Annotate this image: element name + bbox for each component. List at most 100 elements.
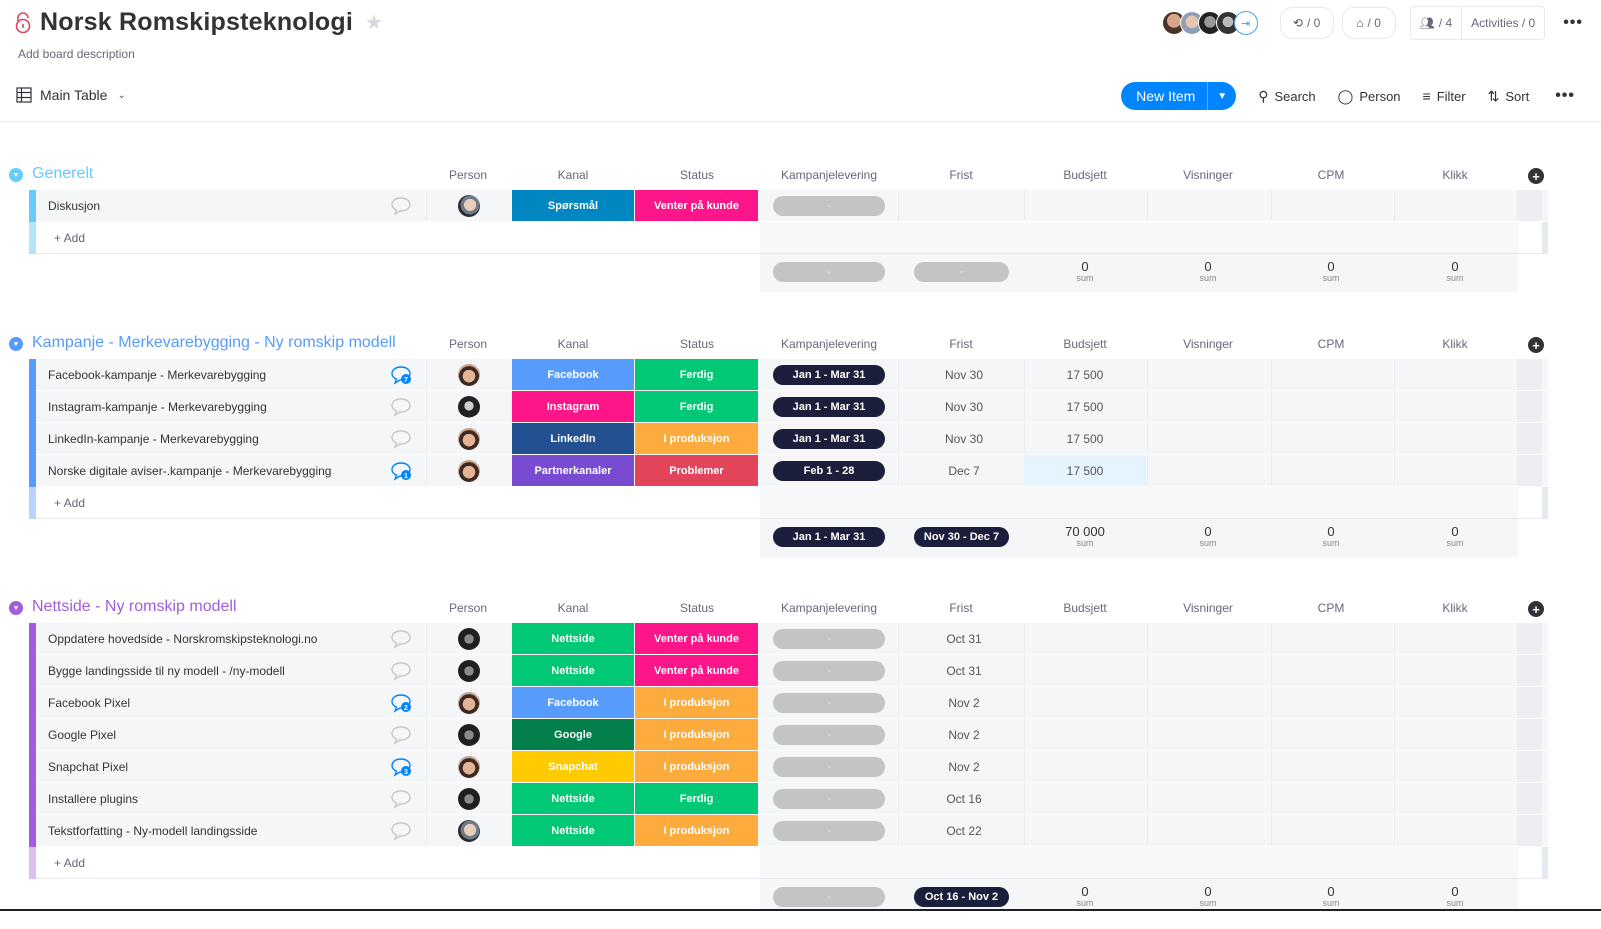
kanal-label[interactable]: Spørsmål (512, 190, 634, 221)
item-name[interactable]: Bygge landingsside til ny modell - /ny-m… (48, 664, 285, 678)
person-avatar[interactable] (458, 724, 480, 746)
table-row[interactable]: Diskusjon Spørsmål Venter på kunde - (0, 190, 1601, 222)
table-row[interactable]: Facebook-kampanje - Merkevarebygging 7 Fac… (0, 359, 1601, 391)
conversation-icon[interactable] (390, 789, 412, 809)
column-header-cpm[interactable]: CPM (1271, 168, 1391, 182)
table-row[interactable]: Facebook Pixel 2 Facebook I produksjon - Nov … (0, 687, 1601, 719)
deadline-date[interactable]: Nov 2 (900, 760, 1028, 774)
status-label[interactable]: I produksjon (635, 751, 758, 782)
status-label[interactable]: I produksjon (635, 423, 758, 454)
kanal-label[interactable]: Facebook (512, 359, 634, 390)
person-avatar[interactable] (458, 428, 480, 450)
column-header-frist[interactable]: Frist (901, 601, 1021, 615)
deadline-date[interactable]: Nov 2 (900, 728, 1028, 742)
column-header-frist[interactable]: Frist (901, 168, 1021, 182)
add-item-button[interactable]: + Add (54, 231, 85, 245)
table-row[interactable]: Installere plugins Nettside Ferdig - Oct 16 (0, 783, 1601, 815)
item-name[interactable]: Instagram-kampanje - Merkevarebygging (48, 400, 267, 414)
status-label[interactable]: Ferdig (635, 783, 758, 814)
budget-value[interactable]: 17 500 (1024, 455, 1146, 486)
collapse-group-icon[interactable]: ▼ (9, 168, 23, 182)
column-header-status[interactable]: Status (637, 601, 757, 615)
item-name[interactable]: Tekstforfatting - Ny-modell landingsside (48, 824, 257, 838)
person-avatar[interactable] (458, 396, 480, 418)
column-header-status[interactable]: Status (637, 337, 757, 351)
automations-button[interactable]: ⌂ / 0 (1341, 7, 1396, 39)
item-name[interactable]: Facebook Pixel (48, 696, 130, 710)
kanal-label[interactable]: Instagram (512, 391, 634, 422)
column-header-person[interactable]: Person (408, 601, 528, 615)
deadline-date[interactable]: Oct 16 (900, 792, 1028, 806)
column-header-kanal[interactable]: Kanal (513, 168, 633, 182)
status-label[interactable]: I produksjon (635, 719, 758, 750)
kanal-label[interactable]: LinkedIn (512, 423, 634, 454)
deadline-date[interactable]: Oct 31 (900, 632, 1028, 646)
table-row[interactable]: Instagram-kampanje - Merkevarebygging Ins… (0, 391, 1601, 423)
item-name[interactable]: Oppdatere hovedside - Norskromskipstekno… (48, 632, 317, 646)
column-header-budsjett[interactable]: Budsjett (1025, 601, 1145, 615)
timeline-pill[interactable]: - (773, 693, 885, 713)
deadline-date[interactable]: Nov 30 (900, 400, 1028, 414)
activities-button[interactable]: Activities / 0 (1461, 7, 1544, 39)
view-selector[interactable]: Main Table ⌄ (16, 87, 126, 103)
status-label[interactable]: Venter på kunde (635, 655, 758, 686)
add-column-icon[interactable]: + (1528, 601, 1544, 617)
item-name[interactable]: Installere plugins (48, 792, 138, 806)
column-header-frist[interactable]: Frist (901, 337, 1021, 351)
person-avatar[interactable] (458, 195, 480, 217)
timeline-pill[interactable]: - (773, 757, 885, 777)
status-label[interactable]: Problemer (635, 455, 758, 486)
add-item-row[interactable]: + Add (0, 222, 1601, 254)
conversation-icon-active[interactable]: 7 (390, 365, 412, 385)
search-button[interactable]: ⚲ Search (1258, 88, 1315, 105)
column-header-cpm[interactable]: CPM (1271, 337, 1391, 351)
conversation-icon[interactable] (390, 821, 412, 841)
timeline-pill[interactable]: - (773, 789, 885, 809)
column-header-visninger[interactable]: Visninger (1148, 601, 1268, 615)
filter-button[interactable]: ≡ Filter (1423, 88, 1466, 104)
board-title[interactable]: Norsk Romskipsteknologi (40, 8, 353, 37)
person-avatar[interactable] (458, 628, 480, 650)
kanal-label[interactable]: Snapchat (512, 751, 634, 782)
column-header-kanal[interactable]: Kanal (513, 601, 633, 615)
item-name[interactable]: Norske digitale aviser-.kampanje - Merke… (48, 464, 331, 478)
person-avatar[interactable] (458, 692, 480, 714)
collapse-group-icon[interactable]: ▼ (9, 601, 23, 615)
timeline-pill[interactable]: - (773, 821, 885, 841)
add-item-button[interactable]: + Add (54, 496, 85, 510)
conversation-icon[interactable] (390, 397, 412, 417)
table-row[interactable]: Bygge landingsside til ny modell - /ny-m… (0, 655, 1601, 687)
budget-value[interactable] (1024, 783, 1146, 814)
integrations-button[interactable]: ⟲ / 0 (1279, 7, 1334, 39)
column-header-kampanjelevering[interactable]: Kampanjelevering (769, 168, 889, 182)
chevron-down-icon[interactable]: ▼ (1207, 82, 1236, 110)
column-header-kanal[interactable]: Kanal (513, 337, 633, 351)
group-title[interactable]: Generelt (32, 165, 93, 183)
conversation-icon-active[interactable]: 2 (390, 693, 412, 713)
column-header-klikk[interactable]: Klikk (1395, 337, 1515, 351)
status-label[interactable]: Venter på kunde (635, 190, 758, 221)
column-header-cpm[interactable]: CPM (1271, 601, 1391, 615)
budget-value[interactable] (1024, 751, 1146, 782)
table-row[interactable]: Snapchat Pixel 3 Snapchat I produksjon - Nov … (0, 751, 1601, 783)
deadline-date[interactable]: Nov 30 (900, 432, 1028, 446)
members-button[interactable]: 👥︎ / 4 (1411, 7, 1462, 39)
kanal-label[interactable]: Nettside (512, 815, 634, 846)
table-row[interactable]: Oppdatere hovedside - Norskromskipstekno… (0, 623, 1601, 655)
column-header-person[interactable]: Person (408, 337, 528, 351)
conversation-icon[interactable] (390, 725, 412, 745)
conversation-icon[interactable] (390, 661, 412, 681)
kanal-label[interactable]: Nettside (512, 623, 634, 654)
kanal-label[interactable]: Nettside (512, 655, 634, 686)
conversation-icon[interactable] (390, 629, 412, 649)
column-header-status[interactable]: Status (637, 168, 757, 182)
table-row[interactable]: Google Pixel Google I produksjon - Nov 2 (0, 719, 1601, 751)
status-label[interactable]: I produksjon (635, 815, 758, 846)
budget-value[interactable]: 17 500 (1024, 359, 1146, 390)
conversation-icon-active[interactable]: 1 (390, 461, 412, 481)
person-filter-button[interactable]: ◯ Person (1338, 88, 1401, 105)
add-item-row[interactable]: + Add (0, 847, 1601, 879)
more-icon[interactable]: ••• (1555, 87, 1575, 105)
column-header-budsjett[interactable]: Budsjett (1025, 168, 1145, 182)
column-header-person[interactable]: Person (408, 168, 528, 182)
